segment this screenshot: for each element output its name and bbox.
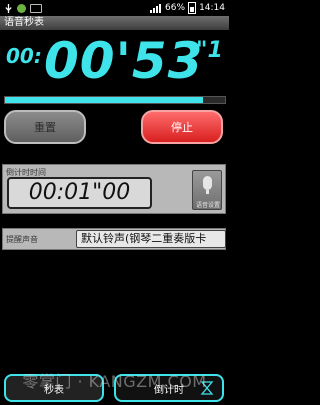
- voice-settings-label: 语音设置: [195, 202, 220, 209]
- app-icon: [17, 3, 26, 13]
- usb-icon: [5, 3, 12, 13]
- reminder-sound-row: 提醒声音 默认铃声(钢琴二重奏版卡: [2, 228, 226, 250]
- notification-icon: [30, 3, 42, 13]
- signal-icon: [150, 3, 162, 13]
- tab-stopwatch[interactable]: 秒表: [4, 374, 104, 402]
- stopwatch-display: 00: 00'53 "1: [0, 32, 229, 92]
- app-title-bar: 语音秒表: [0, 16, 229, 30]
- reminder-sound-label: 提醒声音: [6, 235, 38, 244]
- tab-stopwatch-label: 秒表: [44, 384, 64, 396]
- voice-settings-button[interactable]: 语音设置: [192, 170, 222, 210]
- progress-fill: [5, 97, 203, 103]
- timer-main: 00'53: [44, 32, 204, 90]
- battery-percent: 66%: [165, 3, 186, 13]
- timer-hours: 00:: [6, 44, 42, 68]
- progress-bar: [4, 96, 226, 104]
- tab-countdown-label: 倒计时: [154, 384, 184, 396]
- countdown-panel: 倒计时时间 00:01"00 语音设置: [2, 164, 226, 214]
- stop-button[interactable]: 停止: [141, 110, 223, 144]
- hourglass-icon: [200, 381, 214, 395]
- microphone-stand: [206, 190, 209, 194]
- bottom-tabs: 秒表 倒计时: [0, 372, 229, 405]
- microphone-icon: [203, 176, 212, 190]
- clock: 14:14: [199, 3, 225, 13]
- countdown-time-field[interactable]: 00:01"00: [7, 177, 152, 209]
- reminder-sound-select[interactable]: 默认铃声(钢琴二重奏版卡: [76, 230, 226, 248]
- tab-countdown[interactable]: 倒计时: [114, 374, 224, 402]
- status-bar: 66% 14:14: [0, 0, 229, 16]
- timer-fraction: "1: [196, 38, 223, 63]
- reset-button[interactable]: 重置: [4, 110, 86, 144]
- app-title: 语音秒表: [4, 17, 44, 28]
- battery-icon: [188, 2, 197, 14]
